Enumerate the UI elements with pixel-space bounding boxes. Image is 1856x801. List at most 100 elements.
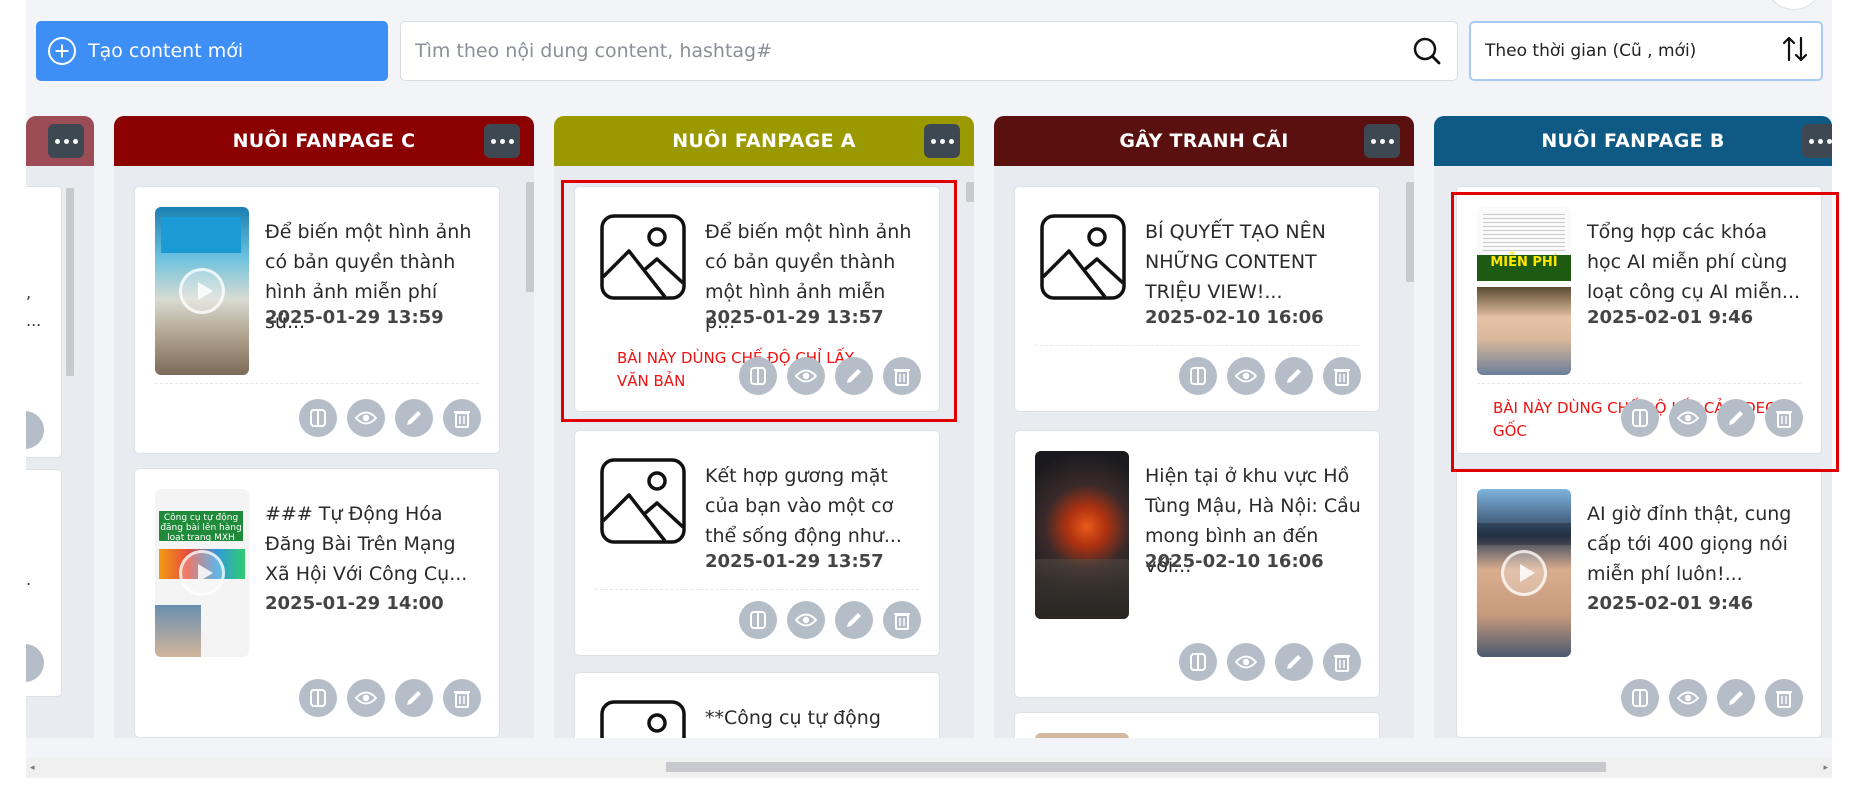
card-date: 2025-02-10 16:06 [1145,551,1324,572]
delete-icon[interactable] [1323,643,1361,681]
split-icon[interactable] [1179,357,1217,395]
edit-icon[interactable] [395,399,433,437]
card-date: 2025-01-29 14:00 [265,593,444,614]
search-bar[interactable] [400,21,1458,81]
more-options-icon[interactable] [484,124,520,158]
scroll-right-icon[interactable]: ▸ [1823,763,1828,773]
split-icon[interactable] [1621,399,1659,437]
more-options-icon[interactable] [48,124,84,158]
content-card[interactable]: Để biến một hình ảnh có bản quyền thành … [574,186,940,412]
divider [155,383,479,384]
delete-icon[interactable] [443,399,481,437]
card-actions [739,601,921,639]
column-scrollbar[interactable] [966,182,974,202]
horizontal-scroll-thumb[interactable] [666,762,1606,772]
card-actions [299,679,481,717]
delete-icon[interactable] [443,679,481,717]
column-fanpage-a: NUÔI FANPAGE A Để biến một hình ảnh có b… [554,116,974,738]
content-card[interactable]: AI giờ đỉnh thật, cung cấp tới 400 giọng… [1456,468,1822,738]
content-card[interactable]: BÍ QUYẾT TẠO NÊN NHỮNG CONTENT TRIỆU VIE… [1014,186,1380,412]
eye-icon[interactable] [787,357,825,395]
content-card[interactable]: Để biến một hình ảnh có bản quyền thành … [134,186,500,454]
edit-icon[interactable] [1717,679,1755,717]
column-scrollbar[interactable] [66,188,74,376]
thumbnail-caption: Công cụ tự động đăng bài lên hàng loạt t… [159,511,243,543]
eye-icon[interactable] [1227,357,1265,395]
presenter-photo [155,605,201,657]
eye-icon[interactable] [787,601,825,639]
video-thumbnail[interactable]: Công cụ tự động đăng bài lên hàng loạt t… [155,489,249,657]
more-options-icon[interactable] [1364,124,1400,158]
card[interactable]: . [26,469,62,697]
column-title: NUÔI FANPAGE B [1541,130,1725,152]
card[interactable]: , ... [26,186,62,458]
split-icon[interactable] [299,399,337,437]
column-fanpage-c: NUÔI FANPAGE C Để biến một hình ảnh có b… [114,116,534,738]
card-date: 2025-01-29 13:57 [705,307,884,328]
play-icon[interactable] [179,550,225,596]
split-icon[interactable] [739,601,777,639]
edit-icon[interactable] [835,357,873,395]
scroll-left-icon[interactable]: ◂ [30,763,35,773]
search-input[interactable] [401,22,1407,80]
content-card[interactable]: Hiện tại ở khu vực Hồ Tùng Mậu, Hà Nội: … [1014,430,1380,698]
edit-icon[interactable] [835,601,873,639]
content-card[interactable] [1014,712,1380,738]
edit-icon[interactable] [1717,399,1755,437]
presenter-photo [1477,287,1571,375]
eye-icon[interactable] [1227,643,1265,681]
delete-icon[interactable] [1765,399,1803,437]
split-icon[interactable] [1179,643,1217,681]
play-icon[interactable] [1501,550,1547,596]
more-options-icon[interactable] [1802,124,1832,158]
horizontal-scrollbar[interactable]: ◂ ▸ [26,758,1832,778]
video-thumbnail[interactable] [1035,733,1129,738]
thumbnail-caption [1477,523,1571,545]
eye-icon[interactable] [1669,679,1707,717]
eye-icon[interactable] [347,679,385,717]
card-text-fragment: ... [26,311,42,330]
card-actions [739,357,921,395]
video-thumbnail[interactable] [1477,489,1571,657]
content-card[interactable]: Kết hợp gương mặt của bạn vào một cơ thể… [574,430,940,656]
divider [595,589,919,590]
content-card[interactable]: MIỄN PHÍ Tổng hợp các khóa học AI miễn p… [1456,186,1822,454]
eye-icon[interactable] [347,399,385,437]
card-text: ### Tự Động Hóa Đăng Bài Trên Mạng Xã Hộ… [265,503,468,585]
delete-icon[interactable] [26,411,44,449]
create-content-button[interactable]: Tạo content mới [36,21,388,81]
column-scrollbar[interactable] [526,182,534,292]
card-actions [1179,643,1361,681]
content-card[interactable]: **Công cụ tự động hóa [574,672,940,738]
delete-icon[interactable] [883,357,921,395]
more-options-icon[interactable] [924,124,960,158]
content-card[interactable]: Công cụ tự động đăng bài lên hàng loạt t… [134,468,500,738]
card-text: BÍ QUYẾT TẠO NÊN NHỮNG CONTENT TRIỆU VIE… [1145,221,1326,303]
card-date: 2025-02-10 16:06 [1145,307,1324,328]
edit-icon[interactable] [1275,643,1313,681]
video-thumbnail[interactable] [1035,451,1129,619]
sort-arrows-icon[interactable] [1781,34,1809,69]
card-text: **Công cụ tự động hóa [705,707,881,738]
delete-icon[interactable] [883,601,921,639]
thumbnail-caption [161,217,241,253]
delete-icon[interactable] [1323,357,1361,395]
split-icon[interactable] [1621,679,1659,717]
sort-select[interactable]: Theo thời gian (Cũ , mới) [1469,21,1823,81]
column-partial: , ... . [26,116,94,738]
video-thumbnail[interactable] [155,207,249,375]
column-header: GÂY TRANH CÃI [994,116,1414,166]
split-icon[interactable] [299,679,337,717]
eye-icon[interactable] [1669,399,1707,437]
column-scrollbar[interactable] [1406,182,1414,282]
play-icon[interactable] [179,268,225,314]
delete-icon[interactable] [26,644,44,682]
building-photo [1035,559,1129,619]
edit-icon[interactable] [395,679,433,717]
video-thumbnail[interactable]: MIỄN PHÍ [1477,207,1571,375]
search-icon[interactable] [1407,31,1447,71]
plus-circle-icon [48,37,76,65]
delete-icon[interactable] [1765,679,1803,717]
edit-icon[interactable] [1275,357,1313,395]
split-icon[interactable] [739,357,777,395]
